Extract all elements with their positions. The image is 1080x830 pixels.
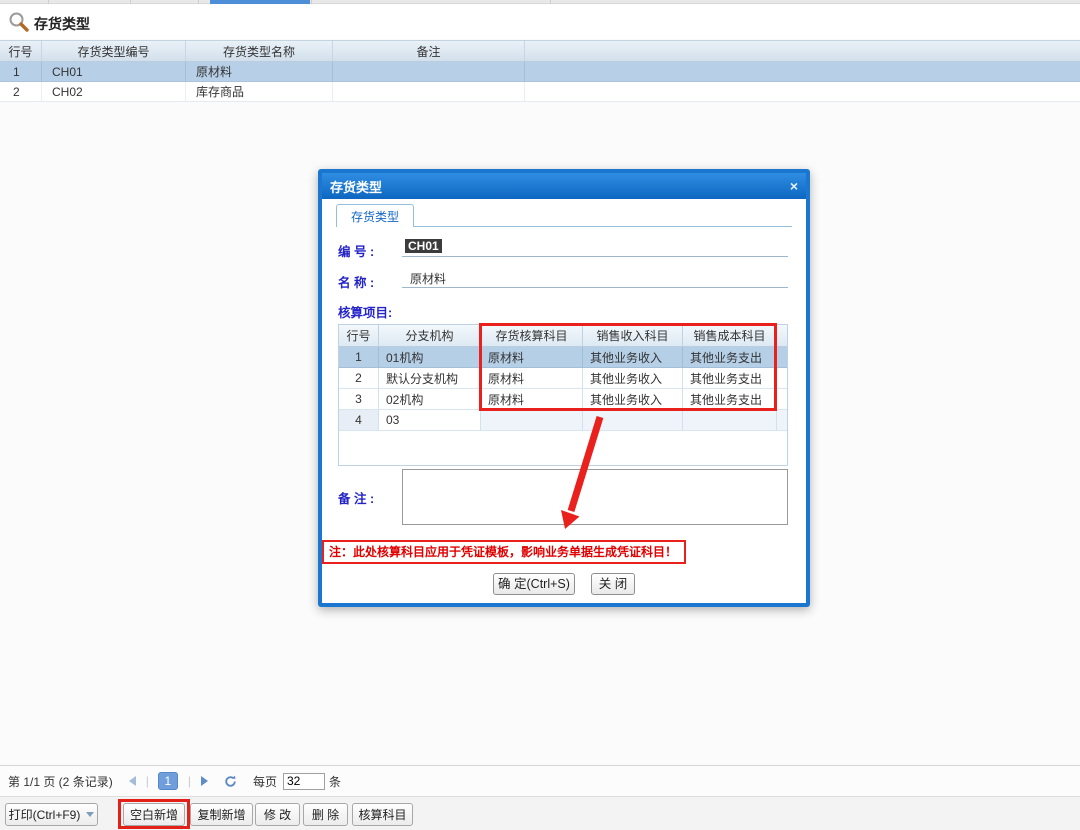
cell-income-subject: 其他业务收入 bbox=[583, 368, 683, 388]
delete-button[interactable]: 删 除 bbox=[303, 803, 348, 826]
cell-filler bbox=[525, 82, 1080, 101]
page-header: 存货类型 bbox=[0, 5, 1080, 39]
col-header-rowno[interactable]: 行号 bbox=[339, 325, 379, 346]
copy-add-button[interactable]: 复制新增 bbox=[190, 803, 253, 826]
page-number-button[interactable]: 1 bbox=[158, 772, 178, 790]
tab-inventory-type[interactable]: 存货类型 bbox=[336, 204, 414, 227]
per-page-input[interactable] bbox=[283, 773, 325, 790]
col-header-rowno[interactable]: 行号 bbox=[0, 41, 42, 61]
red-note-box: 注：此处核算科目应用于凭证模板，影响业务单据生成凭证科目！ bbox=[322, 540, 686, 564]
col-header-name[interactable]: 存货类型名称 bbox=[186, 41, 333, 61]
next-page-icon[interactable] bbox=[201, 776, 208, 786]
cell-filler bbox=[777, 389, 787, 409]
table-row[interactable]: 1 CH01 原材料 bbox=[0, 62, 1080, 82]
cell-cost-subject bbox=[683, 410, 777, 430]
cell-filler bbox=[777, 347, 787, 367]
cell-inventory-subject bbox=[481, 410, 583, 430]
cell-rowno: 2 bbox=[0, 82, 42, 101]
cell-rowno: 2 bbox=[339, 368, 379, 388]
modify-button[interactable]: 修 改 bbox=[255, 803, 300, 826]
cell-income-subject: 其他业务收入 bbox=[583, 389, 683, 409]
dialog-title: 存货类型 bbox=[330, 177, 382, 196]
cell-rowno: 1 bbox=[0, 62, 42, 81]
col-header-filler bbox=[525, 41, 1080, 61]
cell-cost-subject: 其他业务支出 bbox=[683, 389, 777, 409]
table-header-row: 行号 存货类型编号 存货类型名称 备注 bbox=[0, 40, 1080, 62]
cell-remark bbox=[333, 62, 525, 81]
browser-tab-strip bbox=[0, 0, 1080, 4]
table-row[interactable]: 2 CH02 库存商品 bbox=[0, 82, 1080, 102]
col-header-code[interactable]: 存货类型编号 bbox=[42, 41, 186, 61]
cell-code: CH01 bbox=[42, 62, 186, 81]
cell-income-subject bbox=[583, 410, 683, 430]
col-header-branch[interactable]: 分支机构 bbox=[379, 325, 481, 346]
blank-add-button[interactable]: 空白新增 bbox=[123, 803, 185, 826]
code-label: 编 号 : bbox=[338, 241, 374, 260]
cell-code: CH02 bbox=[42, 82, 186, 101]
cell-rowno: 4 bbox=[339, 410, 379, 430]
remark-textarea[interactable] bbox=[402, 469, 788, 525]
cell-cost-subject: 其他业务支出 bbox=[683, 368, 777, 388]
cell-branch: 03 bbox=[379, 410, 481, 430]
cell-filler bbox=[777, 410, 787, 430]
cell-filler bbox=[777, 368, 787, 388]
items-row[interactable]: 1 01机构 原材料 其他业务收入 其他业务支出 bbox=[339, 347, 787, 368]
dialog-body: 存货类型 编 号 : CH01 名 称 : 原材料 核算项目: 行号 分支机构 … bbox=[322, 199, 806, 603]
cell-name: 原材料 bbox=[186, 62, 333, 81]
cell-rowno: 3 bbox=[339, 389, 379, 409]
inventory-type-dialog: 存货类型 × 存货类型 编 号 : CH01 名 称 : 原材料 核算项目: 行… bbox=[318, 169, 810, 607]
cell-filler bbox=[525, 62, 1080, 81]
cell-branch: 默认分支机构 bbox=[379, 368, 481, 388]
per-page-unit: 条 bbox=[329, 773, 341, 790]
code-value-selected-text: CH01 bbox=[405, 239, 442, 253]
cell-inventory-subject: 原材料 bbox=[481, 347, 583, 367]
cell-inventory-subject: 原材料 bbox=[481, 368, 583, 388]
close-button[interactable]: 关 闭 bbox=[591, 573, 635, 595]
ok-button[interactable]: 确 定(Ctrl+S) bbox=[493, 573, 575, 595]
cell-inventory-subject: 原材料 bbox=[481, 389, 583, 409]
cell-income-subject: 其他业务收入 bbox=[583, 347, 683, 367]
cell-cost-subject: 其他业务支出 bbox=[683, 347, 777, 367]
pagination-separator: | bbox=[188, 774, 191, 788]
inventory-type-table: 行号 存货类型编号 存货类型名称 备注 1 CH01 原材料 2 CH02 库存… bbox=[0, 40, 1080, 102]
refresh-icon[interactable] bbox=[224, 775, 237, 788]
accounting-items-label: 核算项目: bbox=[338, 302, 392, 321]
col-header-cost-subject[interactable]: 销售成本科目 bbox=[683, 325, 777, 346]
name-label: 名 称 : bbox=[338, 272, 374, 291]
accounting-subject-button[interactable]: 核算科目 bbox=[352, 803, 413, 826]
accounting-items-table: 行号 分支机构 存货核算科目 销售收入科目 销售成本科目 1 01机构 原材料 … bbox=[338, 324, 788, 466]
print-button[interactable]: 打印(Ctrl+F9) bbox=[5, 803, 98, 826]
items-header-row: 行号 分支机构 存货核算科目 销售收入科目 销售成本科目 bbox=[339, 325, 787, 347]
name-field[interactable]: 原材料 bbox=[402, 270, 788, 288]
magnifier-icon bbox=[8, 11, 30, 33]
print-button-label: 打印(Ctrl+F9) bbox=[9, 806, 81, 823]
cell-name: 库存商品 bbox=[186, 82, 333, 101]
col-header-remark[interactable]: 备注 bbox=[333, 41, 525, 61]
bottom-toolbar: 打印(Ctrl+F9) 空白新增 复制新增 修 改 删 除 核算科目 bbox=[0, 796, 1080, 830]
name-value: 原材料 bbox=[405, 272, 446, 286]
cell-branch: 02机构 bbox=[379, 389, 481, 409]
close-icon[interactable]: × bbox=[790, 179, 798, 193]
dialog-titlebar[interactable]: 存货类型 × bbox=[322, 173, 806, 199]
pagination-info: 第 1/1 页 (2 条记录) bbox=[8, 773, 113, 790]
per-page-label: 每页 bbox=[253, 773, 277, 790]
items-row[interactable]: 4 03 bbox=[339, 410, 787, 431]
items-row[interactable]: 3 02机构 原材料 其他业务收入 其他业务支出 bbox=[339, 389, 787, 410]
cell-remark bbox=[333, 82, 525, 101]
page-title: 存货类型 bbox=[34, 14, 90, 34]
col-header-inventory-subject[interactable]: 存货核算科目 bbox=[481, 325, 583, 346]
col-header-income-subject[interactable]: 销售收入科目 bbox=[583, 325, 683, 346]
code-field[interactable]: CH01 bbox=[402, 239, 788, 257]
pagination-bar: 第 1/1 页 (2 条记录) | 1 | 每页 条 bbox=[0, 765, 1080, 796]
cell-rowno: 1 bbox=[339, 347, 379, 367]
remark-label: 备 注 : bbox=[338, 488, 374, 507]
items-row[interactable]: 2 默认分支机构 原材料 其他业务收入 其他业务支出 bbox=[339, 368, 787, 389]
prev-page-icon[interactable] bbox=[129, 776, 136, 786]
cell-branch: 01机构 bbox=[379, 347, 481, 367]
active-tab-indicator bbox=[210, 0, 310, 4]
chevron-down-icon bbox=[86, 812, 94, 817]
pagination-separator: | bbox=[146, 774, 149, 788]
col-header-filler bbox=[777, 325, 787, 346]
